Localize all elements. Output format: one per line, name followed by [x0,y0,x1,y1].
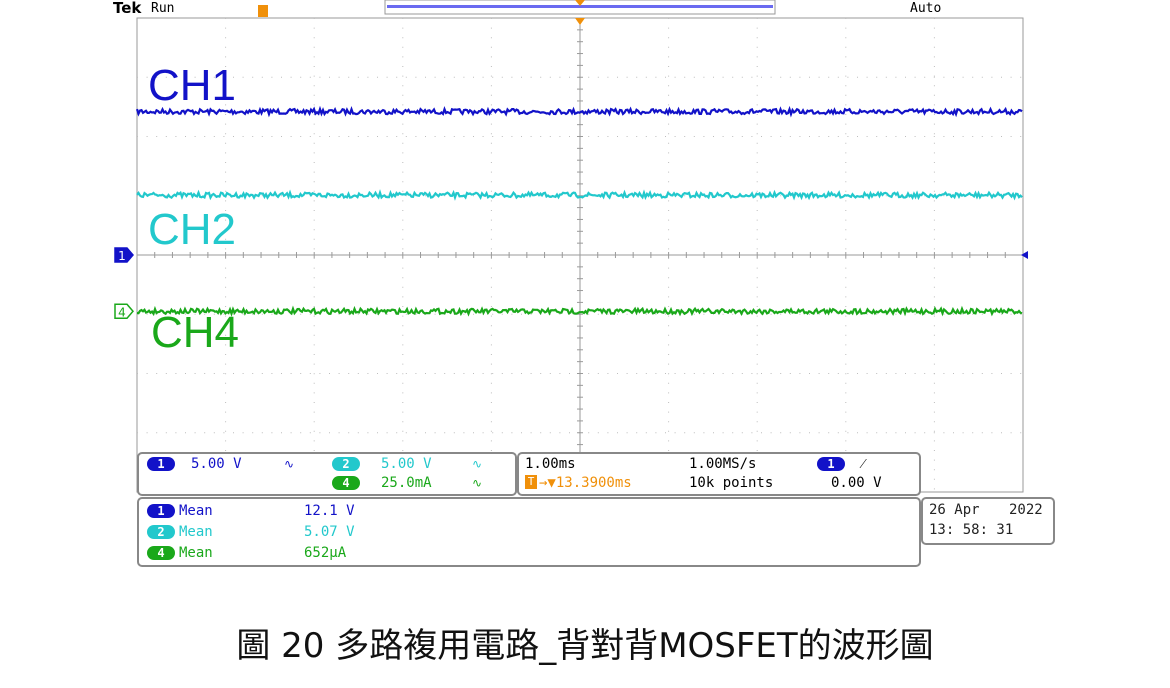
trigger-mode: Auto [910,1,942,16]
horizontal-scale: 1.00ms [525,456,576,472]
ch1-ground-marker: 1 [114,247,134,263]
datetime-panel: 26 Apr 2022 13: 58: 31 [921,497,1055,545]
trigger-source-badge: 1 [817,457,845,471]
ch4-ground-marker: 4 [114,303,134,319]
ch2-badge: 2 [332,457,360,471]
ch4-bw-icon: ∿ [472,476,483,490]
time: 13: 58: 31 [929,522,1014,538]
trigger-time-marker [575,18,585,25]
meas3-label: Mean [179,545,213,561]
meas2-label: Mean [179,524,213,540]
meas1-badge: 1 [147,504,175,518]
measurements-panel: 1 Mean 12.1 V 2 Mean 5.07 V 4 Mean 652μA [137,497,921,567]
meas1-label: Mean [179,503,213,519]
date-day-month: 26 Apr [929,502,980,518]
ch1-label: CH1 [148,61,237,110]
svg-text:1: 1 [118,249,126,263]
record-length: 10k points [689,475,774,491]
ch1-scale: 5.00 V [191,456,242,472]
ch1-bw-icon: ∿ [284,457,295,471]
trigger-position-icon: T [525,475,537,489]
trigger-level: 0.00 V [831,475,882,491]
ch2-bw-icon: ∿ [472,457,483,471]
meas1-value: 12.1 V [304,503,355,519]
meas3-value: 652μA [304,545,347,561]
svg-text:4: 4 [118,305,126,319]
date-year: 2022 [1009,502,1043,518]
ch2-scale: 5.00 V [381,456,432,472]
trigger-slope-icon: ⁄ [862,456,865,472]
meas2-badge: 2 [147,525,175,539]
meas3-badge: 4 [147,546,175,560]
meas2-value: 5.07 V [304,524,355,540]
trigger-position: →▼13.3900ms [539,475,632,491]
figure-caption: 圖 20 多路複用電路_背對背MOSFET的波形圖 [236,626,934,666]
brand-logo: Tek [113,0,142,17]
ch1-badge: 1 [147,457,175,471]
ch4-badge: 4 [332,476,360,490]
oscilloscope-screen: 1 4 Tek Run Auto CH1 CH2 CH4 1 5.00 V ∿ 2… [113,0,1057,567]
timebase-panel: 1.00ms T →▼13.3900ms 1.00MS/s 10k points… [517,452,921,496]
channel-settings-panel: 1 5.00 V ∿ 2 5.00 V ∿ 4 25.0mA ∿ [137,452,517,496]
acquisition-state: Run [151,1,175,16]
sample-rate: 1.00MS/s [689,456,757,472]
trigger-marker-top-left [258,5,268,17]
trigger-level-marker [1021,251,1028,259]
ch2-label: CH2 [148,205,237,254]
ch4-label: CH4 [151,308,240,357]
ch4-scale: 25.0mA [381,475,432,491]
